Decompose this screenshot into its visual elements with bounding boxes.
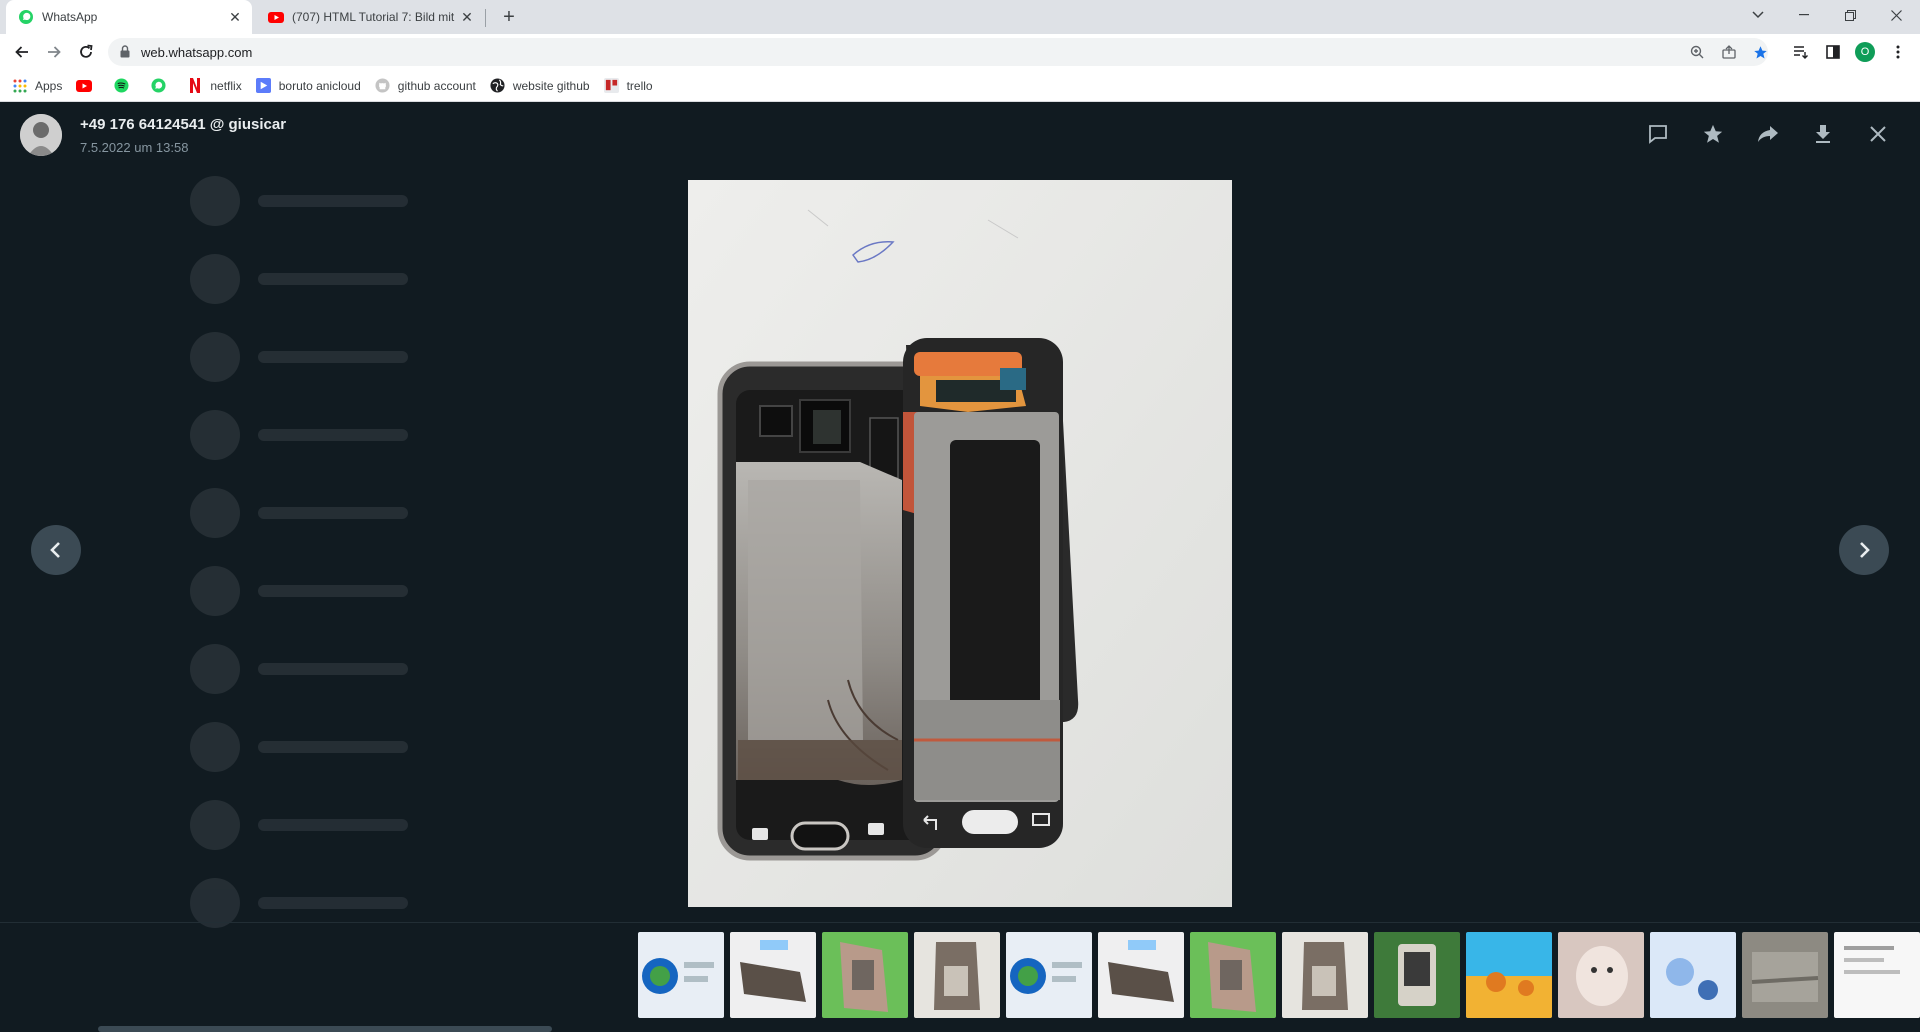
media-thumbnail[interactable] <box>1558 932 1644 1018</box>
forward-button[interactable] <box>42 40 66 64</box>
sender-avatar[interactable] <box>20 114 62 156</box>
download-icon[interactable] <box>1810 121 1836 147</box>
bookmark-youtube[interactable] <box>76 78 99 94</box>
browser-toolbar: web.whatsapp.com O <box>0 34 1920 70</box>
restore-button[interactable] <box>1827 0 1873 30</box>
share-icon[interactable] <box>1720 43 1738 61</box>
minimize-button[interactable] <box>1781 0 1827 30</box>
list-item <box>190 318 630 396</box>
spotify-icon <box>113 78 129 94</box>
whatsapp-icon <box>150 78 166 94</box>
media-thumbnail[interactable] <box>1374 932 1460 1018</box>
bookmarks-bar: Apps netflix boruto anicloud github acco… <box>0 70 1920 102</box>
trello-icon <box>604 78 620 94</box>
list-item <box>190 240 630 318</box>
close-tab-icon[interactable]: ✕ <box>226 8 244 26</box>
bookmark-star-icon[interactable] <box>1751 43 1769 61</box>
lock-icon[interactable] <box>120 45 130 58</box>
media-thumbnail[interactable] <box>914 932 1000 1018</box>
list-item <box>190 864 630 942</box>
media-thumbnail[interactable] <box>1190 932 1276 1018</box>
url-text: web.whatsapp.com <box>141 45 253 60</box>
media-thumbnail[interactable] <box>822 932 908 1018</box>
bookmark-netflix[interactable]: netflix <box>187 78 242 94</box>
whatsapp-icon <box>18 9 34 25</box>
youtube-icon <box>268 9 284 25</box>
list-item <box>190 708 630 786</box>
list-item <box>190 552 630 630</box>
sender-name[interactable]: +49 176 64124541 @ giusicar <box>80 116 286 133</box>
bookmark-label: github account <box>397 78 476 93</box>
apps-grid-icon <box>12 78 28 94</box>
media-thumbnail[interactable] <box>1098 932 1184 1018</box>
bookmark-spotify[interactable] <box>113 78 136 94</box>
globe-icon <box>490 78 506 94</box>
tab-divider <box>485 9 486 27</box>
media-thumbnail[interactable] <box>638 932 724 1018</box>
bookmark-label: boruto anicloud <box>278 78 361 93</box>
list-item <box>190 162 630 240</box>
browser-tab-strip: WhatsApp ✕ (707) HTML Tutorial 7: Bild m… <box>0 0 1920 34</box>
bookmark-whatsapp[interactable] <box>150 78 173 94</box>
tab-youtube[interactable]: (707) HTML Tutorial 7: Bild mit Li ✕ <box>256 0 484 34</box>
media-thumbnail[interactable] <box>1742 932 1828 1018</box>
menu-kebab-icon[interactable] <box>1886 40 1910 64</box>
media-thumbnail[interactable] <box>1466 932 1552 1018</box>
bookmark-apps[interactable]: Apps <box>12 78 62 94</box>
list-item <box>190 786 630 864</box>
background-chat-list <box>190 162 630 942</box>
media-thumbnail[interactable] <box>1006 932 1092 1018</box>
media-image <box>688 180 1232 907</box>
media-thumbnail[interactable] <box>730 932 816 1018</box>
forward-icon[interactable] <box>1755 121 1781 147</box>
message-timestamp: 7.5.2022 um 13:58 <box>80 140 189 155</box>
close-tab-icon[interactable]: ✕ <box>458 8 476 26</box>
media-thumbnail[interactable] <box>1282 932 1368 1018</box>
media-viewer: +49 176 64124541 @ giusicar 7.5.2022 um … <box>0 102 1920 1032</box>
github-icon <box>375 78 391 94</box>
side-panel-icon[interactable] <box>1821 40 1845 64</box>
list-item <box>190 396 630 474</box>
previous-media-button[interactable] <box>31 525 81 575</box>
reload-button[interactable] <box>74 40 98 64</box>
back-button[interactable] <box>10 40 34 64</box>
bookmark-label: website github <box>512 78 590 93</box>
profile-avatar[interactable]: O <box>1855 42 1875 62</box>
zoom-icon[interactable] <box>1688 43 1706 61</box>
next-media-button[interactable] <box>1839 525 1889 575</box>
horizontal-scrollbar[interactable] <box>98 1026 552 1032</box>
message-icon[interactable] <box>1645 121 1671 147</box>
bookmark-label: netflix <box>210 78 242 93</box>
bookmark-boruto-anicloud[interactable]: boruto anicloud <box>256 78 361 94</box>
tab-title: WhatsApp <box>42 10 98 24</box>
star-icon[interactable] <box>1700 121 1726 147</box>
tab-whatsapp[interactable]: WhatsApp ✕ <box>6 0 252 34</box>
bookmark-label: Apps <box>35 78 63 93</box>
netflix-icon <box>187 78 203 94</box>
thumbnail-strip <box>638 932 1920 1018</box>
bookmark-label: trello <box>626 78 653 93</box>
tab-search-icon[interactable] <box>1735 0 1781 30</box>
media-thumbnail[interactable] <box>1650 932 1736 1018</box>
reading-list-icon[interactable] <box>1789 40 1813 64</box>
list-item <box>190 630 630 708</box>
close-window-button[interactable] <box>1873 0 1919 30</box>
bookmark-trello[interactable]: trello <box>604 78 653 94</box>
anicloud-icon <box>256 78 272 94</box>
close-icon[interactable] <box>1865 121 1891 147</box>
thumbnail-divider <box>0 922 1920 923</box>
bookmark-github-account[interactable]: github account <box>375 78 476 94</box>
media-thumbnail[interactable] <box>1834 932 1920 1018</box>
list-item <box>190 474 630 552</box>
tab-title: (707) HTML Tutorial 7: Bild mit Li <box>292 10 458 24</box>
youtube-icon <box>76 78 93 94</box>
address-bar[interactable]: web.whatsapp.com <box>108 38 1768 66</box>
new-tab-button[interactable]: + <box>498 6 520 28</box>
bookmark-website-github[interactable]: website github <box>490 78 590 94</box>
